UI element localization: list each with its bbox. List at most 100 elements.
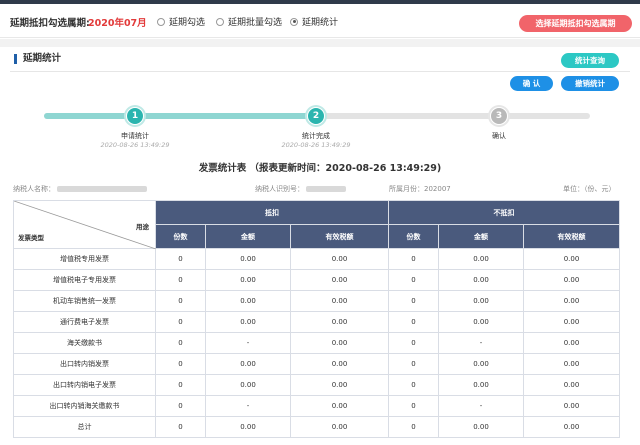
table-cell: 0.00 bbox=[290, 332, 389, 354]
column-header: 金额 bbox=[205, 224, 291, 249]
table-cell: 0 bbox=[155, 395, 206, 417]
invoice-type-cell: 通行费电子发票 bbox=[13, 311, 156, 333]
table-row: 机动车销售统一发票 0 0.00 0.00 0 0.00 0.00 bbox=[13, 290, 621, 312]
radio-dot-selected-icon[interactable] bbox=[290, 17, 298, 26]
table-cell: 0 bbox=[388, 332, 439, 354]
table-cell: 0.00 bbox=[438, 269, 524, 291]
section-title: 延期统计 bbox=[14, 54, 61, 64]
redacted-value bbox=[57, 186, 147, 192]
step-2-time: 2020-08-26 13:49:29 bbox=[281, 141, 351, 149]
table-row: 增值税电子专用发票 0 0.00 0.00 0 0.00 0.00 bbox=[13, 269, 621, 291]
table-cell: 0.00 bbox=[290, 353, 389, 375]
select-period-button[interactable]: 选择延期抵扣勾选属期 bbox=[519, 15, 632, 32]
column-header: 有效税额 bbox=[290, 224, 389, 249]
group-header-nodeduct: 不抵扣 bbox=[387, 200, 621, 225]
statistics-query-button[interactable]: 统计查询 bbox=[561, 53, 619, 68]
step-1-time: 2020-08-26 13:49:29 bbox=[100, 141, 170, 149]
table-cell: 0.00 bbox=[522, 353, 621, 375]
table-cell: 0 bbox=[155, 332, 206, 354]
table-cell: 0.00 bbox=[205, 416, 291, 438]
corner-usage-label: 用途 bbox=[136, 223, 149, 231]
column-header: 金额 bbox=[438, 224, 524, 249]
table-row: 海关缴款书 0-0.00 0-0.00 bbox=[13, 332, 621, 354]
table-cell: 0.00 bbox=[438, 416, 524, 438]
table-cell: 0.00 bbox=[290, 290, 389, 312]
table-cell: 0.00 bbox=[522, 248, 621, 270]
table-row: 出口转内销海关缴款书 0-0.00 0-0.00 bbox=[13, 395, 621, 417]
radio-delay-statistics[interactable]: 延期统计 bbox=[290, 15, 338, 28]
table-cell: 0 bbox=[388, 374, 439, 396]
table-cell: - bbox=[438, 395, 524, 417]
step-1-label: 申请统计 bbox=[121, 132, 149, 140]
taxpayer-name: 纳税人名称： bbox=[13, 184, 147, 194]
table-cell: 0.00 bbox=[290, 374, 389, 396]
table-cell: 0 bbox=[388, 395, 439, 417]
taxpayer-name-label: 纳税人名称： bbox=[13, 185, 55, 193]
divider bbox=[10, 71, 630, 72]
step-1-circle: 1 bbox=[126, 107, 144, 125]
table-cell: 0 bbox=[155, 248, 206, 270]
step-3-label: 确认 bbox=[492, 132, 506, 140]
step-2-circle: 2 bbox=[307, 107, 325, 125]
table-cell: 0 bbox=[155, 374, 206, 396]
radio-delay-select[interactable]: 延期勾选 bbox=[157, 15, 205, 28]
radio-dot-icon[interactable] bbox=[157, 17, 165, 26]
column-header: 份数 bbox=[388, 224, 439, 249]
table-cell: 0.00 bbox=[438, 311, 524, 333]
table-cell: 0.00 bbox=[205, 269, 291, 291]
step-2-label: 统计完成 bbox=[302, 132, 330, 140]
column-header: 有效税额 bbox=[522, 224, 621, 249]
table-cell: 0.00 bbox=[522, 416, 621, 438]
table-cell: 0 bbox=[155, 290, 206, 312]
table-row: 总计 0 0.00 0.00 0 0.00 0.00 bbox=[13, 416, 621, 438]
table-cell: - bbox=[205, 332, 291, 354]
table-corner-header: 用途 发票类型 bbox=[13, 200, 156, 249]
cancel-statistics-button[interactable]: 撤销统计 bbox=[561, 76, 619, 91]
radio-label: 延期统计 bbox=[302, 18, 339, 28]
table-cell: 0.00 bbox=[522, 374, 621, 396]
table-row: 通行费电子发票 0 0.00 0.00 0 0.00 0.00 bbox=[13, 311, 621, 333]
table-cell: 0 bbox=[388, 353, 439, 375]
radio-label: 延期批量勾选 bbox=[228, 18, 283, 28]
invoice-type-cell: 机动车销售统一发票 bbox=[13, 290, 156, 312]
redacted-value bbox=[306, 186, 346, 192]
step-3-circle: 3 bbox=[490, 107, 508, 125]
table-cell: 0 bbox=[155, 416, 206, 438]
table-cell: 0 bbox=[388, 290, 439, 312]
table-cell: 0.00 bbox=[290, 311, 389, 333]
invoice-type-cell: 出口转内销发票 bbox=[13, 353, 156, 375]
invoice-type-cell: 出口转内销海关缴款书 bbox=[13, 395, 156, 417]
table-cell: 0.00 bbox=[522, 290, 621, 312]
table-cell: 0 bbox=[388, 416, 439, 438]
radio-label: 延期勾选 bbox=[169, 18, 206, 28]
table-cell: 0.00 bbox=[290, 395, 389, 417]
table-cell: 0.00 bbox=[205, 374, 291, 396]
corner-type-label: 发票类型 bbox=[18, 234, 44, 242]
table-cell: 0 bbox=[388, 269, 439, 291]
table-cell: 0.00 bbox=[290, 248, 389, 270]
table-cell: 0.00 bbox=[290, 416, 389, 438]
radio-dot-icon[interactable] bbox=[216, 17, 224, 26]
table-cell: 0.00 bbox=[205, 311, 291, 333]
table-cell: 0 bbox=[155, 353, 206, 375]
table-cell: 0.00 bbox=[522, 395, 621, 417]
confirm-button[interactable]: 确 认 bbox=[510, 76, 553, 91]
table-cell: 0.00 bbox=[522, 269, 621, 291]
radio-delay-batch-select[interactable]: 延期批量勾选 bbox=[216, 15, 282, 28]
period-month: 所属月份：202007 bbox=[389, 185, 451, 193]
table-cell: 0.00 bbox=[290, 269, 389, 291]
table-cell: 0.00 bbox=[205, 353, 291, 375]
group-header-deduct: 抵扣 bbox=[155, 200, 389, 225]
report-title: 发票统计表 （报表更新时间：2020-08-26 13:49:29) bbox=[198, 163, 442, 174]
table-cell: 0.00 bbox=[522, 332, 621, 354]
column-header: 份数 bbox=[155, 224, 206, 249]
table-row: 增值税专用发票 0 0.00 0.00 0 0.00 0.00 bbox=[13, 248, 621, 270]
table-body: 增值税专用发票 0 0.00 0.00 0 0.00 0.00 增值税电子专用发票 0 0.00 0… bbox=[13, 248, 621, 438]
period-value[interactable]: 2020年07月 bbox=[88, 15, 147, 29]
table-cell: 0 bbox=[155, 311, 206, 333]
table-cell: 0.00 bbox=[438, 353, 524, 375]
table-cell: 0 bbox=[388, 248, 439, 270]
header-bar: 延期抵扣勾选属期: 2020年07月 延期勾选 延期批量勾选 延期统计 选择延期… bbox=[0, 4, 640, 38]
table-cell: 0.00 bbox=[438, 290, 524, 312]
table-cell: 0.00 bbox=[205, 290, 291, 312]
